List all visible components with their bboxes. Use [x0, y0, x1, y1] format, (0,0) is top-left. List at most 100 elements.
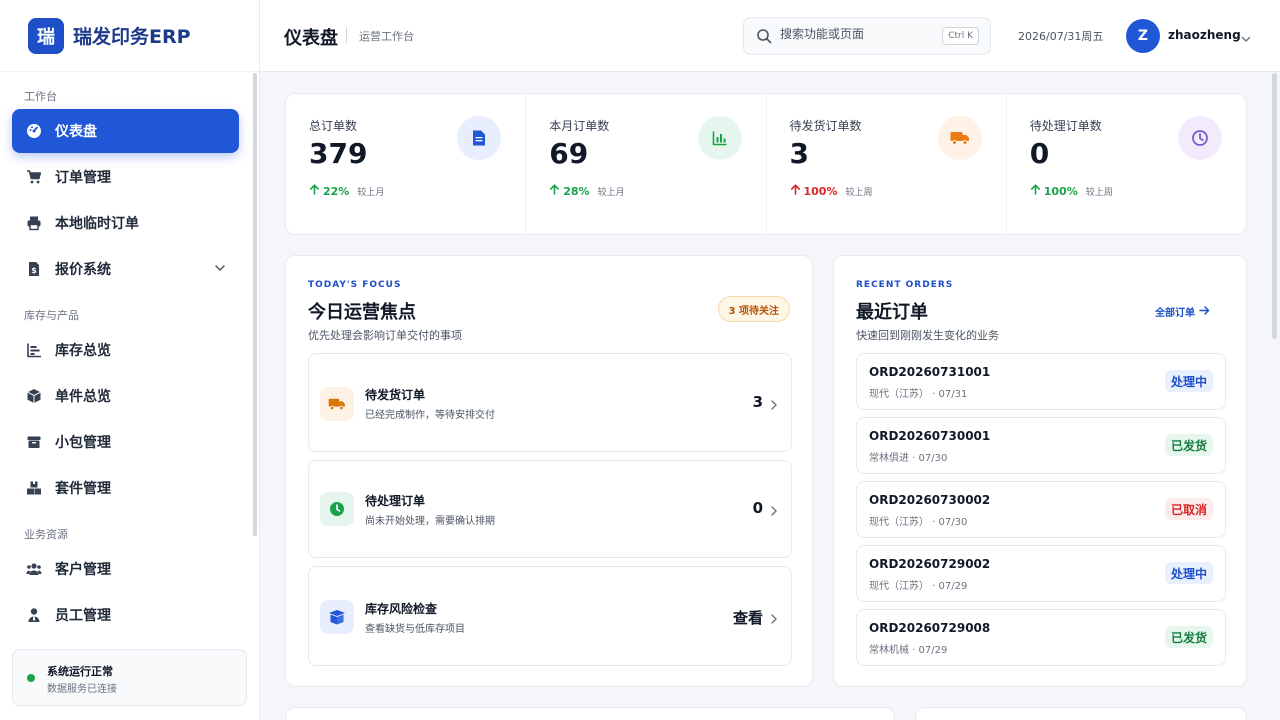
attention-badge: 3 项待关注	[717, 296, 790, 322]
stat-card-total-orders[interactable]: 总订单数 379 22% 较上月	[286, 94, 527, 234]
sidebar-item-label: 库存总览	[55, 343, 111, 359]
clock-icon	[320, 492, 354, 526]
all-orders-link[interactable]: 全部订单	[1155, 304, 1210, 319]
sidebar-item-local-orders[interactable]: 本地临时订单	[12, 201, 239, 245]
username[interactable]: zhaozheng	[1168, 28, 1241, 42]
focus-item-pending-shipment[interactable]: 待发货订单 已经完成制作，等待安排交付 3	[308, 353, 792, 452]
chevron-right-icon	[769, 610, 779, 629]
stat-change: 100% 较上周	[1030, 184, 1113, 198]
bar-chart-icon	[25, 341, 43, 359]
system-status-card: 系统运行正常 数据服务已连接	[12, 649, 247, 706]
sidebar-item-label: 单件总览	[55, 389, 111, 405]
order-row[interactable]: ORD20260730002 现代（江苏） · 07/30 已取消	[856, 481, 1226, 538]
status-title: 系统运行正常	[47, 665, 113, 678]
chevron-right-icon	[769, 396, 779, 415]
sidebar-item-label: 客户管理	[55, 562, 111, 578]
stat-card-pending-process[interactable]: 待处理订单数 0 100% 较上周	[1007, 94, 1246, 234]
stat-compare: 较上月	[597, 187, 625, 198]
sidebar-item-customers[interactable]: 客户管理	[12, 547, 239, 591]
nav-section-business: 业务资源	[24, 528, 68, 541]
stat-change-value: 28%	[563, 184, 590, 198]
sidebar-item-label: 本地临时订单	[55, 216, 139, 232]
stat-change-value: 100%	[1043, 184, 1078, 198]
order-row[interactable]: ORD20260730001 常林俱进 · 07/30 已发货	[856, 417, 1226, 474]
sidebar-item-dashboard[interactable]: 仪表盘	[12, 109, 239, 153]
focus-item-desc: 已经完成制作，等待安排交付	[365, 410, 495, 421]
stat-change: 28% 较上月	[549, 184, 625, 198]
shortcut-hint: Ctrl K	[942, 27, 979, 45]
chevron-right-icon	[769, 502, 779, 521]
sidebar: 瑞 瑞发印务ERP 工作台 仪表盘 订单管理 本地临时订单 $ 报价系统 库存与…	[0, 0, 260, 720]
stat-label: 本月订单数	[549, 119, 610, 133]
status-badge: 已发货	[1164, 626, 1213, 648]
order-meta: 现代（江苏） · 07/30	[869, 517, 968, 528]
search-input[interactable]	[780, 27, 940, 41]
brand[interactable]: 瑞 瑞发印务ERP	[0, 0, 259, 72]
chevron-down-icon[interactable]	[1240, 30, 1252, 49]
order-row[interactable]: ORD20260731001 现代（江苏） · 07/31 处理中	[856, 353, 1226, 410]
focus-item-pending-process[interactable]: 待处理订单 尚未开始处理，需要确认排期 0	[308, 460, 792, 558]
search-box[interactable]: Ctrl K	[743, 17, 991, 55]
status-badge: 处理中	[1164, 562, 1213, 584]
title-divider	[346, 27, 347, 43]
clock-icon	[1178, 116, 1222, 160]
search-icon	[756, 28, 772, 48]
printer-icon	[25, 214, 43, 232]
main-scrollbar[interactable]	[1272, 73, 1277, 339]
nav-section-workbench: 工作台	[24, 90, 57, 103]
current-date: 2026/07/31周五	[1018, 30, 1104, 43]
stat-compare: 较上周	[845, 187, 873, 198]
sidebar-item-inventory-overview[interactable]: 库存总览	[12, 328, 239, 372]
focus-item-value: 查看	[732, 609, 763, 627]
focus-item-title: 待处理订单	[365, 494, 426, 508]
arrow-right-icon	[1199, 305, 1210, 319]
stat-card-pending-shipment[interactable]: 待发货订单数 3 100% 较上周	[767, 94, 1007, 234]
status-badge: 已发货	[1164, 434, 1213, 456]
focus-item-value: 0	[752, 499, 763, 517]
all-orders-label: 全部订单	[1155, 308, 1195, 319]
arrow-up-icon	[309, 184, 320, 198]
order-id: ORD20260731001	[869, 365, 991, 379]
sidebar-item-label: 小包管理	[55, 435, 111, 451]
truck-icon	[937, 116, 982, 160]
stat-compare: 较上周	[1085, 187, 1113, 198]
stat-card-monthly-orders[interactable]: 本月订单数 69 28% 较上月	[526, 94, 767, 234]
focus-subtitle: 优先处理会影响订单交付的事项	[308, 329, 462, 342]
stat-compare: 较上月	[357, 187, 385, 198]
status-badge: 已取消	[1164, 498, 1213, 520]
box-open-icon	[320, 600, 354, 634]
sidebar-item-employees[interactable]: 员工管理	[12, 593, 239, 637]
sidebar-item-kit[interactable]: 套件管理	[12, 466, 239, 510]
focus-item-title: 库存风险检查	[365, 602, 438, 616]
order-row[interactable]: ORD20260729002 现代（江苏） · 07/29 处理中	[856, 545, 1226, 602]
order-row[interactable]: ORD20260729008 常林机械 · 07/29 已发货	[856, 609, 1226, 666]
arrow-up-icon	[790, 184, 801, 198]
sidebar-item-single-overview[interactable]: 单件总览	[12, 374, 239, 418]
focus-item-inventory-risk[interactable]: 库存风险检查 查看缺货与低库存项目 查看	[308, 566, 792, 666]
focus-item-value: 3	[752, 393, 763, 411]
dashboard-gauge-icon	[25, 122, 43, 140]
bottom-card-left	[285, 707, 895, 720]
sidebar-item-label: 套件管理	[55, 481, 111, 497]
price-document-icon: $	[25, 260, 43, 278]
focus-item-desc: 查看缺货与低库存项目	[365, 624, 465, 635]
status-dot	[27, 674, 35, 682]
nav-section-inventory: 库存与产品	[24, 309, 79, 322]
stat-change: 22% 较上月	[309, 184, 384, 198]
recent-orders-card: RECENT ORDERS 最近订单 快速回到刚刚发生变化的业务 全部订单 OR…	[833, 255, 1247, 687]
users-icon	[25, 560, 43, 578]
sidebar-item-small-package[interactable]: 小包管理	[12, 420, 239, 464]
order-meta: 现代（江苏） · 07/29	[869, 581, 968, 592]
focus-eyebrow: TODAY'S FOCUS	[308, 280, 402, 290]
order-meta: 现代（江苏） · 07/31	[869, 389, 968, 400]
avatar[interactable]: Z	[1126, 19, 1160, 53]
brand-logo: 瑞	[28, 17, 64, 54]
user-tie-icon	[25, 606, 43, 624]
order-id: ORD20260730001	[869, 429, 991, 443]
sidebar-item-quotation[interactable]: $ 报价系统	[12, 247, 239, 291]
recent-eyebrow: RECENT ORDERS	[856, 280, 954, 290]
sidebar-scrollbar[interactable]	[253, 73, 257, 536]
page-subtitle: 运营工作台	[359, 30, 414, 43]
cart-icon	[25, 168, 43, 186]
sidebar-item-orders[interactable]: 订单管理	[12, 155, 239, 199]
